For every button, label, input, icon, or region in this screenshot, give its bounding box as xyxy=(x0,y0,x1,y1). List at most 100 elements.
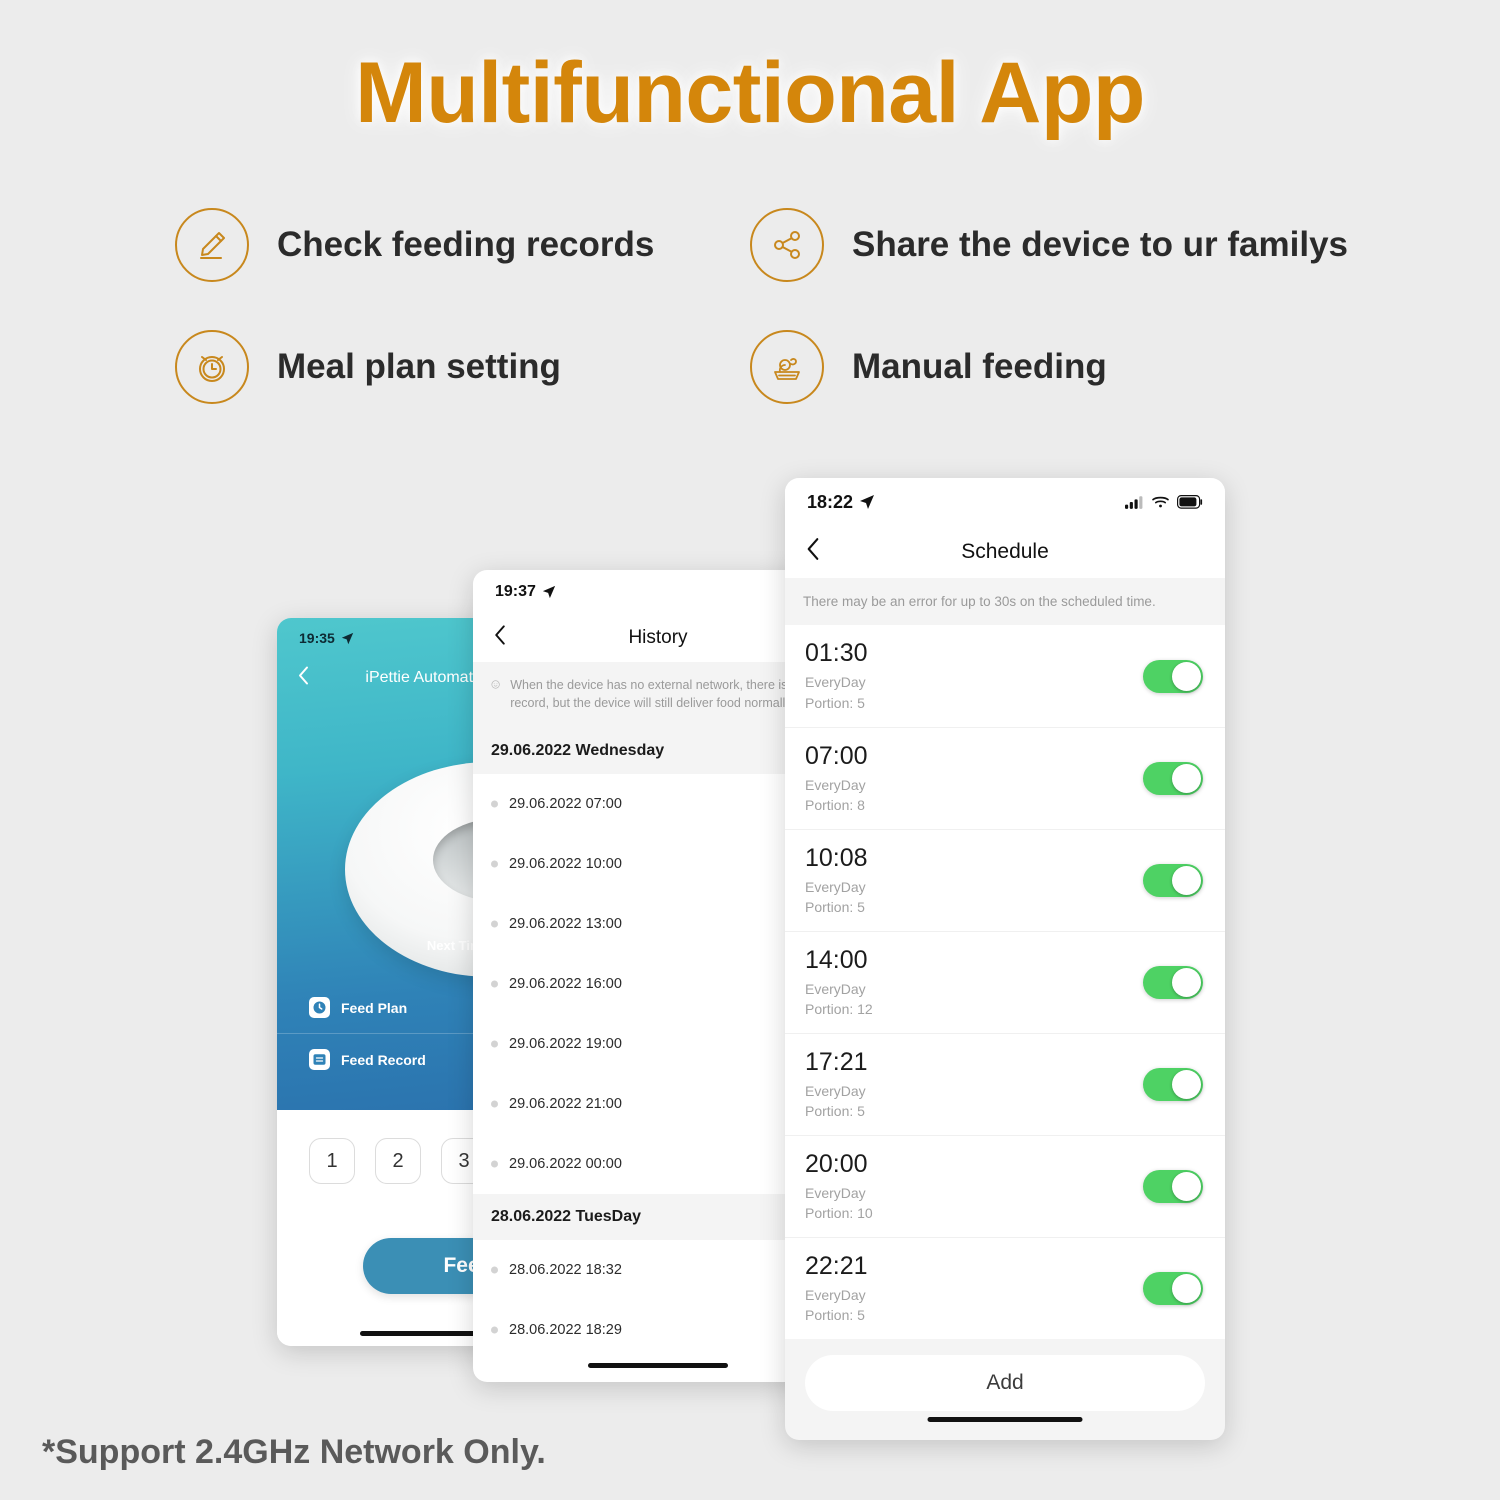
schedule-toggle[interactable] xyxy=(1143,1272,1203,1305)
share-nodes-icon xyxy=(750,208,824,282)
back-button[interactable] xyxy=(297,666,310,691)
status-time: 19:37 xyxy=(495,583,536,600)
schedule-portion: Portion: 5 xyxy=(805,899,865,915)
home-indicator xyxy=(588,1363,728,1368)
schedule-portion: Portion: 5 xyxy=(805,694,865,711)
back-button[interactable] xyxy=(805,537,821,568)
schedule-portion: Portion: 5 xyxy=(805,1307,865,1323)
schedule-toggle[interactable] xyxy=(1143,864,1203,897)
chevron-left-icon xyxy=(807,538,819,560)
portion-option-1[interactable]: 1 xyxy=(309,1138,355,1184)
footer-note: *Support 2.4GHz Network Only. xyxy=(42,1433,546,1471)
schedule-repeat: EveryDay xyxy=(805,674,866,691)
bullet-icon xyxy=(491,980,498,988)
page-title: Multifunctional App xyxy=(355,45,1145,141)
schedule-note: There may be an error for up to 30s on t… xyxy=(785,578,1225,625)
list-item[interactable]: 20:00 EveryDay Portion: 10 xyxy=(785,1135,1225,1237)
schedule-toggle[interactable] xyxy=(1143,1068,1203,1101)
bullet-icon xyxy=(491,1266,498,1274)
toggle-knob xyxy=(1172,1274,1201,1303)
schedule-phone-screen: 18:22 Schedule There may be an error for… xyxy=(785,478,1225,1440)
chevron-left-icon xyxy=(299,666,308,685)
signal-bars-icon xyxy=(1125,496,1143,509)
toggle-knob xyxy=(1172,866,1201,895)
feature-label: Share the device to ur familys xyxy=(852,225,1349,264)
feature-share-device: Share the device to ur familys xyxy=(750,208,1350,282)
history-timestamp: 29.06.2022 10:00 xyxy=(509,856,622,873)
wifi-icon xyxy=(1152,496,1169,508)
schedule-repeat: EveryDay xyxy=(805,1286,866,1303)
bullet-icon xyxy=(491,1160,498,1168)
feature-check-feeding-records: Check feeding records xyxy=(175,208,750,282)
list-item[interactable]: 10:08 EveryDay Portion: 5 xyxy=(785,829,1225,931)
toggle-knob xyxy=(1172,764,1201,793)
list-item[interactable]: 14:00 EveryDay Portion: 12 xyxy=(785,931,1225,1033)
back-button[interactable] xyxy=(493,624,507,652)
schedule-toggle[interactable] xyxy=(1143,1170,1203,1203)
bullet-icon xyxy=(491,1326,498,1334)
status-time: 19:35 xyxy=(299,630,335,646)
battery-icon xyxy=(1177,495,1203,509)
list-item[interactable]: 22:21 EveryDay Portion: 5 xyxy=(785,1237,1225,1339)
list-item[interactable]: 17:21 EveryDay Portion: 5 xyxy=(785,1033,1225,1135)
bullet-icon xyxy=(491,860,498,868)
list-item[interactable]: 07:00 EveryDay Portion: 8 xyxy=(785,727,1225,829)
page-title: iPettie Automatic xyxy=(365,669,485,686)
bullet-icon xyxy=(491,1040,498,1048)
schedule-repeat: EveryDay xyxy=(805,878,866,895)
nav-bar: Schedule xyxy=(785,526,1225,578)
schedule-time: 14:00 xyxy=(805,945,868,974)
history-timestamp: 28.06.2022 18:32 xyxy=(509,1262,622,1279)
chevron-left-icon xyxy=(495,625,505,645)
schedule-toggle[interactable] xyxy=(1143,762,1203,795)
location-arrow-icon xyxy=(341,632,353,644)
history-timestamp: 29.06.2022 16:00 xyxy=(509,976,622,993)
toggle-knob xyxy=(1172,1070,1201,1099)
location-arrow-icon xyxy=(542,585,556,599)
status-time: 18:22 xyxy=(807,491,854,512)
schedule-toggle[interactable] xyxy=(1143,659,1203,693)
list-item[interactable]: 01:30 EveryDay Portion: 5 xyxy=(785,625,1225,727)
info-face-icon xyxy=(491,680,500,689)
schedule-portion: Portion: 10 xyxy=(805,1205,873,1221)
schedule-time: 17:21 xyxy=(805,1047,868,1076)
home-indicator xyxy=(927,1417,1083,1422)
feature-label: Check feeding records xyxy=(277,225,655,264)
schedule-time: 10:08 xyxy=(805,843,868,872)
feature-meal-plan-setting: Meal plan setting xyxy=(175,330,750,404)
schedule-toggle[interactable] xyxy=(1143,966,1203,999)
food-bowl-icon xyxy=(750,330,824,404)
add-button[interactable]: Add xyxy=(805,1355,1205,1411)
schedule-list: 01:30 EveryDay Portion: 5 07:00 EveryDay… xyxy=(785,625,1225,1339)
feature-manual-feeding: Manual feeding xyxy=(750,330,1350,404)
info-banner-text: When the device has no external network,… xyxy=(510,678,805,711)
home-indicator xyxy=(360,1331,490,1336)
schedule-repeat: EveryDay xyxy=(805,980,866,997)
page-title: History xyxy=(628,627,688,648)
history-timestamp: 29.06.2022 00:00 xyxy=(509,1156,622,1173)
menu-item-label: Feed Plan xyxy=(341,999,408,1016)
portion-option-2[interactable]: 2 xyxy=(375,1138,421,1184)
bullet-icon xyxy=(491,920,498,928)
toggle-knob xyxy=(1172,968,1201,997)
history-timestamp: 29.06.2022 13:00 xyxy=(509,916,622,933)
history-timestamp: 28.06.2022 18:29 xyxy=(509,1322,622,1339)
promo-page: Multifunctional App Check feeding record… xyxy=(0,0,1500,1500)
schedule-portion: Portion: 12 xyxy=(805,1001,873,1017)
status-bar: 18:22 xyxy=(785,478,1225,526)
bullet-icon xyxy=(491,800,498,808)
history-timestamp: 29.06.2022 07:00 xyxy=(509,796,622,813)
schedule-repeat: EveryDay xyxy=(805,776,866,793)
menu-item-label: Feed Record xyxy=(341,1051,426,1068)
feature-label: Manual feeding xyxy=(852,347,1107,386)
toggle-knob xyxy=(1172,661,1201,691)
location-arrow-icon xyxy=(860,495,875,509)
schedule-header: 18:22 Schedule xyxy=(785,478,1225,578)
clock-icon xyxy=(309,997,330,1018)
list-icon xyxy=(309,1049,330,1070)
add-section: Add xyxy=(785,1339,1225,1411)
schedule-time: 01:30 xyxy=(805,639,868,668)
schedule-portion: Portion: 5 xyxy=(805,1103,865,1119)
feature-label: Meal plan setting xyxy=(277,347,561,386)
alarm-clock-icon xyxy=(175,330,249,404)
